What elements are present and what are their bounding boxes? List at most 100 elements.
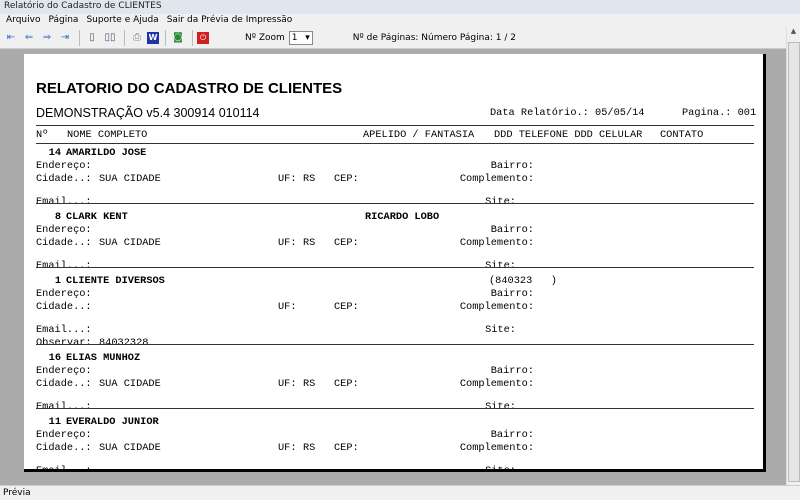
first-page-icon[interactable]: ⇤ <box>3 30 19 46</box>
label-uf: UF: <box>278 442 297 454</box>
label-endereco: Endereço: <box>36 224 92 236</box>
label-cidade: Cidade..: <box>36 442 92 454</box>
label-complemento: Complemento: <box>459 442 534 454</box>
divider <box>36 143 754 144</box>
label-bairro: Bairro: <box>490 160 534 172</box>
divider <box>36 125 754 126</box>
label-uf: UF: <box>278 237 297 249</box>
record-name: CLARK KENT <box>66 211 128 223</box>
zoom-label: Nº Zoom <box>245 32 285 43</box>
menu-suporte[interactable]: Suporte e Ajuda <box>82 14 162 27</box>
record-name: AMARILDO JOSE <box>66 147 147 159</box>
record-uf: RS <box>303 237 316 249</box>
vertical-scrollbar[interactable]: ▲ <box>786 27 800 485</box>
divider <box>36 203 754 204</box>
menu-sair[interactable]: Sair da Prévia de Impressão <box>163 14 297 27</box>
report-title: RELATORIO DO CADASTRO DE CLIENTES <box>36 80 343 97</box>
next-page-icon[interactable]: ⇒ <box>39 30 55 46</box>
scroll-up-icon[interactable]: ▲ <box>787 27 800 41</box>
label-cidade: Cidade..: <box>36 237 92 249</box>
record-cidade: SUA CIDADE <box>99 173 161 185</box>
prev-page-icon[interactable]: ⇐ <box>21 30 37 46</box>
label-complemento: Complemento: <box>459 378 534 390</box>
window-title: Relatório do Cadastro de CLIENTES <box>0 0 800 14</box>
label-bairro: Bairro: <box>490 365 534 377</box>
exit-icon[interactable]: ⏻ <box>197 31 209 44</box>
single-page-icon[interactable]: ▯ <box>84 30 100 46</box>
record-cidade: SUA CIDADE <box>99 237 161 249</box>
label-email: Email...: <box>36 324 92 336</box>
menu-bar: Arquivo Página Suporte e Ajuda Sair da P… <box>0 14 800 27</box>
label-cidade: Cidade..: <box>36 378 92 390</box>
label-site: Site: <box>485 324 516 336</box>
word-export-icon[interactable]: W <box>147 31 159 44</box>
record-number: 8 <box>54 211 61 223</box>
chevron-down-icon: ▾ <box>305 32 310 43</box>
label-cep: CEP: <box>334 378 359 390</box>
record-number: 16 <box>48 352 61 364</box>
last-page-icon[interactable]: ⇥ <box>57 30 73 46</box>
label-cidade: Cidade..: <box>36 173 92 185</box>
label-endereco: Endereço: <box>36 288 92 300</box>
divider <box>36 344 754 345</box>
menu-arquivo[interactable]: Arquivo <box>2 14 44 27</box>
report-page: RELATORIO DO CADASTRO DE CLIENTES DEMONS… <box>24 54 766 472</box>
two-pages-icon[interactable]: ▯▯ <box>102 30 118 46</box>
record-name: EVERALDO JUNIOR <box>66 416 159 428</box>
record-cidade: SUA CIDADE <box>99 378 161 390</box>
label-cep: CEP: <box>334 442 359 454</box>
record-uf: RS <box>303 442 316 454</box>
zoom-select[interactable]: 1 ▾ <box>288 30 313 45</box>
label-uf: UF: <box>278 301 297 313</box>
divider <box>192 29 193 46</box>
menu-pagina[interactable]: Página <box>44 14 82 27</box>
record-apelido: RICARDO LOBO <box>365 211 440 223</box>
label-cidade: Cidade..: <box>36 301 92 313</box>
record-uf: RS <box>303 378 316 390</box>
status-bar: Prévia <box>0 485 800 500</box>
toolbar: ⇤ ⇐ ⇒ ⇥ ▯ ▯▯ ⎙ W ◙ ⏻ Nº Zoom 1 ▾ Nº de Pá… <box>0 27 786 49</box>
header-contato: CONTATO <box>660 129 704 141</box>
export-icon[interactable]: ◙ <box>170 30 186 46</box>
label-site: Site: <box>485 465 516 472</box>
report-page-number: Pagina.: 001 <box>682 107 757 119</box>
label-endereco: Endereço: <box>36 160 92 172</box>
header-apelido: APELIDO / FANTASIA <box>363 129 475 141</box>
divider <box>124 29 125 46</box>
label-cep: CEP: <box>334 301 359 313</box>
record-name: ELIAS MUNHOZ <box>66 352 141 364</box>
record-number: 1 <box>54 275 61 287</box>
report-subtitle: DEMONSTRAÇÃO v5.4 300914 010114 <box>36 106 260 120</box>
label-endereco: Endereço: <box>36 365 92 377</box>
label-cep: CEP: <box>334 237 359 249</box>
label-endereco: Endereço: <box>36 429 92 441</box>
label-bairro: Bairro: <box>490 429 534 441</box>
record-phone: (840323 ) <box>489 275 557 287</box>
label-cep: CEP: <box>334 173 359 185</box>
zoom-value: 1 <box>291 32 298 43</box>
record-name: CLIENTE DIVERSOS <box>66 275 165 287</box>
divider <box>79 29 80 46</box>
page-count: Nº de Páginas: Número Página: 1 / 2 <box>352 32 516 43</box>
label-complemento: Complemento: <box>459 173 534 185</box>
divider <box>165 29 166 46</box>
divider <box>36 267 754 268</box>
label-complemento: Complemento: <box>459 301 534 313</box>
scroll-thumb[interactable] <box>788 42 800 482</box>
header-num: Nº <box>36 129 49 141</box>
label-uf: UF: <box>278 378 297 390</box>
record-number: 14 <box>48 147 61 159</box>
label-complemento: Complemento: <box>459 237 534 249</box>
label-bairro: Bairro: <box>490 224 534 236</box>
report-date: Data Relatório.: 05/05/14 <box>490 107 645 119</box>
record-cidade: SUA CIDADE <box>99 442 161 454</box>
divider <box>36 408 754 409</box>
label-uf: UF: <box>278 173 297 185</box>
header-name: NOME COMPLETO <box>67 129 148 141</box>
record-uf: RS <box>303 173 316 185</box>
label-email: Email...: <box>36 465 92 472</box>
print-icon[interactable]: ⎙ <box>129 30 145 46</box>
record-number: 11 <box>48 416 61 428</box>
header-phones: DDD TELEFONE DDD CELULAR <box>494 129 643 141</box>
label-bairro: Bairro: <box>490 288 534 300</box>
